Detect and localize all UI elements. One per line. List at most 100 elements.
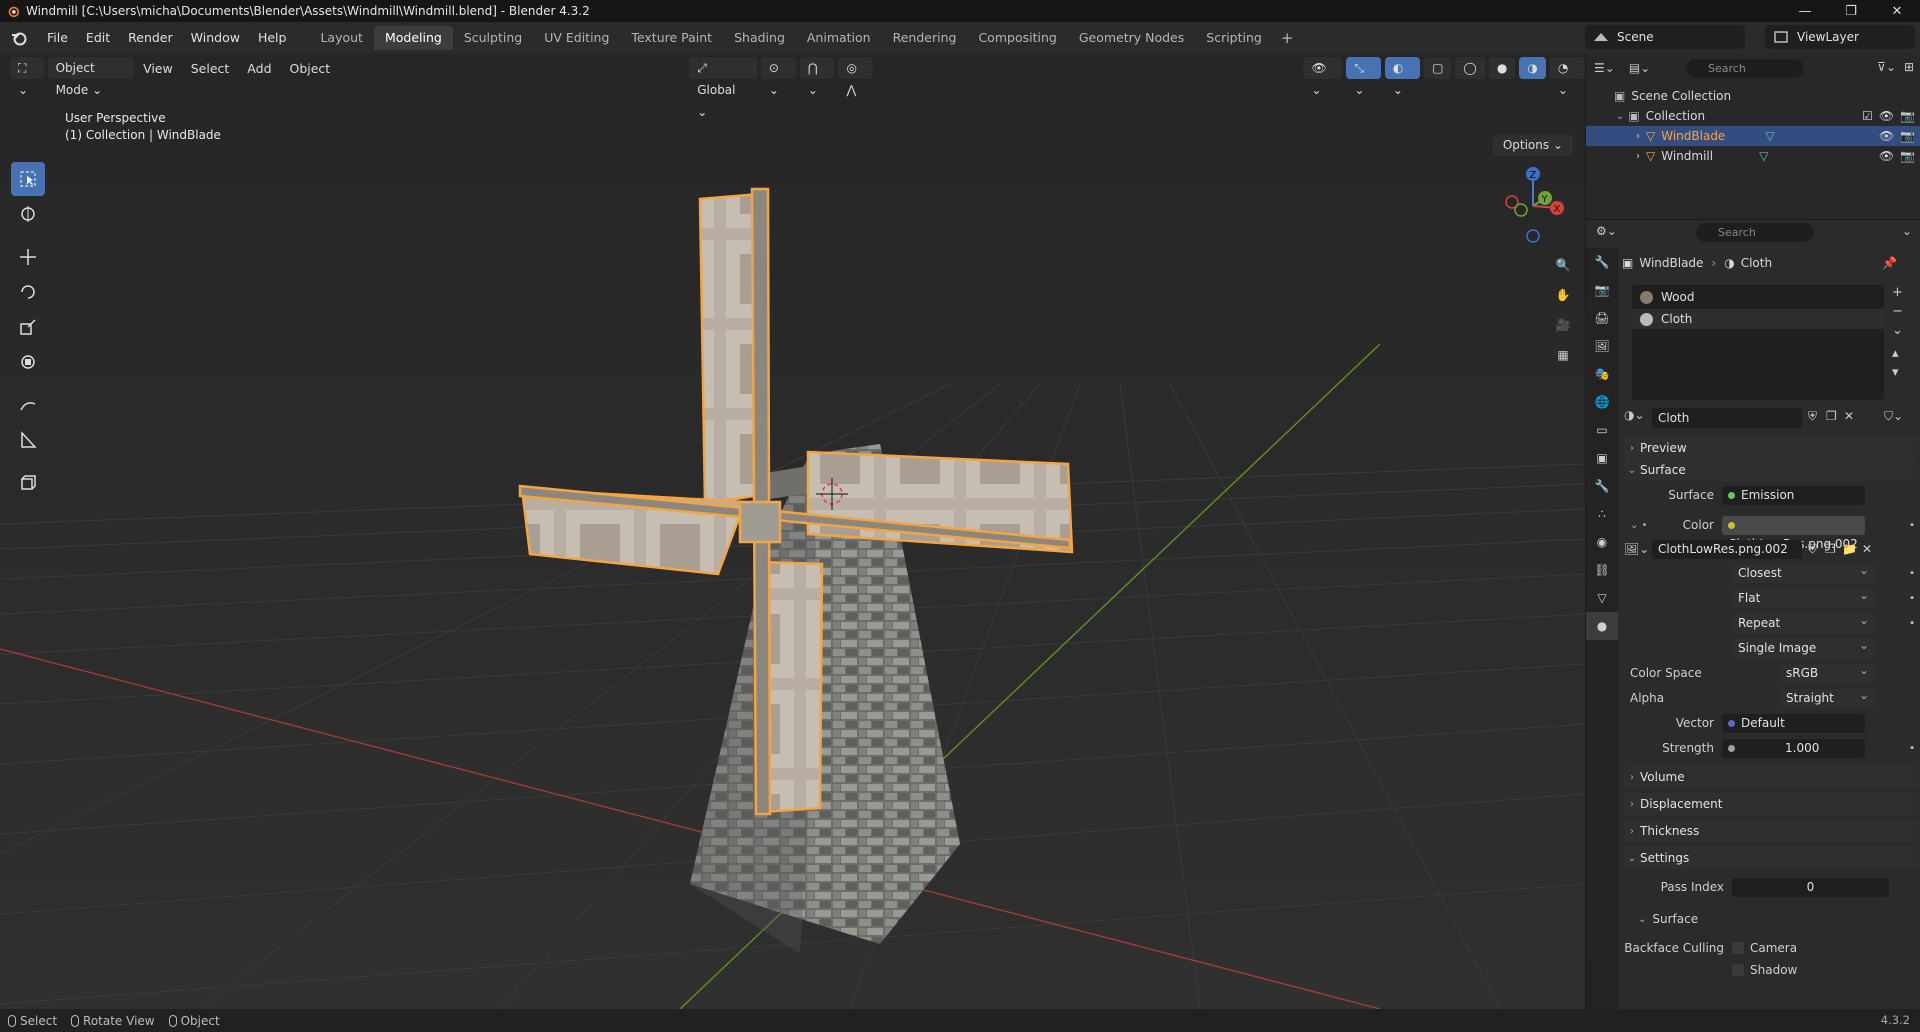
menu-edit[interactable]: Edit bbox=[77, 22, 119, 54]
image-browse-icon[interactable]: 🖼⌄ bbox=[1624, 542, 1649, 556]
material-node-icon[interactable]: ⛉⌄ bbox=[1884, 409, 1903, 424]
keyframe-dot-icon[interactable]: • bbox=[1909, 618, 1915, 629]
view-layer-selector[interactable]: ViewLayer bbox=[1765, 25, 1915, 49]
shadow-checkbox[interactable] bbox=[1732, 964, 1744, 976]
collapse-arrow-icon[interactable]: ⌄ bbox=[1616, 111, 1624, 122]
display-mode-icon[interactable]: ▤⌄ bbox=[1629, 61, 1650, 75]
mesh-data-tab-icon[interactable]: ▽ bbox=[1586, 584, 1618, 612]
tab-compositing[interactable]: Compositing bbox=[967, 26, 1067, 50]
image-source-dropdown[interactable]: Single Image bbox=[1732, 636, 1875, 658]
close-icon[interactable]: ✕ bbox=[1874, 0, 1920, 22]
rendered-shading-icon[interactable]: ◔ ⌄ bbox=[1549, 57, 1585, 97]
displacement-panel-header[interactable]: › Displacement bbox=[1624, 793, 1919, 815]
mesh-data-icon[interactable]: ▽ bbox=[1759, 149, 1768, 163]
open-image-folder-icon[interactable]: 📁 bbox=[1842, 542, 1857, 556]
world-tab-icon[interactable]: 🌐 bbox=[1586, 388, 1618, 416]
navigation-gizmo[interactable]: Z Y X bbox=[1495, 164, 1575, 248]
options-dropdown[interactable]: Options ⌄ bbox=[1492, 134, 1573, 156]
snap-icon[interactable]: ⋂ ⌄ bbox=[799, 57, 835, 97]
collapse-arrow-icon[interactable]: ⌄ • bbox=[1630, 520, 1647, 531]
preview-panel-header[interactable]: › Preview bbox=[1624, 437, 1919, 459]
ortho-grid-icon[interactable]: ▦ bbox=[1550, 340, 1576, 370]
tab-scripting[interactable]: Scripting bbox=[1195, 26, 1273, 50]
move-down-icon[interactable]: ▾ bbox=[1892, 365, 1903, 380]
image-duplicate-icon[interactable]: ❐ bbox=[1825, 542, 1836, 556]
visibility-icon[interactable]: 👁 ⌄ bbox=[1303, 57, 1343, 97]
annotate-tool-icon[interactable] bbox=[11, 388, 45, 422]
color-input-field[interactable]: ClothLowRes.png.002 bbox=[1722, 515, 1865, 551]
interpolation-dropdown[interactable]: Closest bbox=[1732, 561, 1875, 583]
scene-tab-icon[interactable]: 🎭 bbox=[1586, 360, 1618, 388]
select-box-tool-icon[interactable] bbox=[11, 162, 45, 196]
solid-shading-icon[interactable]: ● bbox=[1488, 57, 1516, 79]
image-name-field[interactable]: ClothLowRes.png.002 bbox=[1652, 539, 1802, 559]
settings-surface-subpanel-header[interactable]: ⌄ Surface bbox=[1638, 908, 1920, 930]
rotate-tool-icon[interactable] bbox=[11, 275, 45, 309]
scale-tool-icon[interactable] bbox=[11, 310, 45, 344]
keyframe-dot-icon[interactable]: • bbox=[1909, 593, 1915, 604]
wireframe-shading-icon[interactable]: ◯ bbox=[1455, 57, 1485, 79]
physics-tab-icon[interactable]: ◉ bbox=[1586, 528, 1618, 556]
overlay-toggle-icon[interactable]: ◐ ⌄ bbox=[1384, 57, 1421, 97]
output-tab-icon[interactable]: 🖨 bbox=[1586, 304, 1618, 332]
camera-view-icon[interactable]: 🎥 bbox=[1550, 310, 1576, 340]
tab-geometry-nodes[interactable]: Geometry Nodes bbox=[1068, 26, 1195, 50]
duplicate-material-icon[interactable]: ❐ bbox=[1826, 409, 1837, 423]
tab-uv-editing[interactable]: UV Editing bbox=[533, 26, 620, 50]
zoom-icon[interactable]: 🔍 bbox=[1550, 250, 1576, 280]
tool-tab-icon[interactable]: 🔧 bbox=[1586, 248, 1618, 276]
vp-menu-view[interactable]: View bbox=[134, 61, 182, 76]
pass-index-field[interactable]: 0 bbox=[1732, 877, 1889, 897]
proportional-edit-icon[interactable]: ◎ ⋀ bbox=[838, 57, 874, 97]
expand-arrow-icon[interactable]: › bbox=[1636, 131, 1640, 142]
fake-user-shield-icon[interactable]: ⛨ bbox=[1808, 409, 1817, 424]
minimize-icon[interactable]: — bbox=[1782, 0, 1828, 22]
properties-search-input[interactable]: Search bbox=[1696, 223, 1814, 242]
outliner-editor-type-icon[interactable]: ☰⌄ bbox=[1594, 61, 1615, 75]
properties-editor-type-icon[interactable]: ⚙⌄ bbox=[1596, 224, 1617, 238]
pin-icon[interactable]: 📌 bbox=[1882, 256, 1897, 270]
render-camera-icon[interactable]: 📷 bbox=[1900, 129, 1915, 143]
filter-icon[interactable]: ⊽⌄ bbox=[1877, 60, 1896, 74]
render-camera-icon[interactable]: 📷 bbox=[1900, 109, 1915, 123]
vp-menu-add[interactable]: Add bbox=[238, 61, 280, 76]
vp-menu-select[interactable]: Select bbox=[182, 61, 239, 76]
material-slot-list[interactable]: Wood Cloth bbox=[1632, 285, 1884, 400]
material-tab-icon[interactable]: ● bbox=[1586, 612, 1618, 640]
outliner-scene-collection[interactable]: ▣ Scene Collection bbox=[1586, 86, 1920, 106]
move-tool-icon[interactable] bbox=[11, 240, 45, 274]
pivot-point-icon[interactable]: ⊙ ⌄ bbox=[760, 57, 796, 97]
outliner-item-windmill[interactable]: › ▽ Windmill ▽ 👁 📷 bbox=[1586, 146, 1920, 166]
menu-window[interactable]: Window bbox=[182, 22, 249, 54]
vector-input-field[interactable]: Default bbox=[1722, 713, 1865, 733]
mesh-data-icon[interactable]: ▽ bbox=[1765, 129, 1774, 143]
object-mode-dropdown[interactable]: Object Mode ⌄ bbox=[47, 57, 135, 97]
surface-shader-field[interactable]: Emission bbox=[1722, 485, 1865, 505]
thickness-panel-header[interactable]: › Thickness bbox=[1624, 820, 1919, 842]
add-cube-tool-icon[interactable] bbox=[11, 466, 45, 500]
keyframe-dot-icon[interactable]: • bbox=[1909, 743, 1915, 754]
eye-icon[interactable]: 👁 bbox=[1879, 149, 1894, 163]
extension-dropdown[interactable]: Repeat bbox=[1732, 611, 1875, 633]
eye-icon[interactable]: 👁 bbox=[1879, 129, 1894, 143]
browse-material-icon[interactable]: ◑⌄ bbox=[1624, 408, 1645, 422]
measure-tool-icon[interactable] bbox=[11, 423, 45, 457]
outliner-item-windblade[interactable]: › ▽ WindBlade ▽ 👁 📷 bbox=[1586, 126, 1920, 146]
constraints-tab-icon[interactable]: ⛓ bbox=[1586, 556, 1618, 584]
tab-layout[interactable]: Layout bbox=[309, 26, 374, 50]
render-camera-icon[interactable]: 📷 bbox=[1900, 149, 1915, 163]
object-tab-icon[interactable]: ▣ bbox=[1586, 444, 1618, 472]
move-up-icon[interactable]: ▴ bbox=[1892, 346, 1903, 361]
new-collection-icon[interactable]: ⊞ bbox=[1904, 60, 1914, 74]
outliner-collection[interactable]: ⌄ ▣ Collection ☑ 👁 📷 bbox=[1586, 106, 1920, 126]
editor-type-button[interactable]: ⛶ ⌄ bbox=[10, 57, 44, 97]
outliner-search-input[interactable]: Search bbox=[1686, 59, 1804, 78]
tab-rendering[interactable]: Rendering bbox=[882, 26, 968, 50]
menu-render[interactable]: Render bbox=[119, 22, 182, 54]
keyframe-dot-icon[interactable]: • bbox=[1909, 568, 1915, 579]
particles-tab-icon[interactable]: ∴ bbox=[1586, 500, 1618, 528]
surface-panel-header[interactable]: ⌄ Surface bbox=[1624, 459, 1919, 481]
properties-options-icon[interactable]: ⌄ bbox=[1902, 224, 1912, 238]
material-slot-wood[interactable]: Wood bbox=[1632, 287, 1884, 307]
tab-modeling[interactable]: Modeling bbox=[373, 26, 453, 50]
